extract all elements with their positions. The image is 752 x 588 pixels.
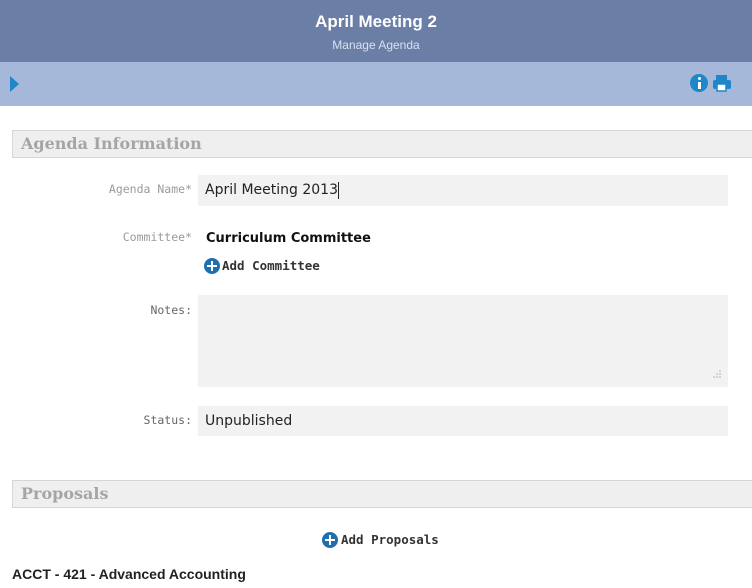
committee-label: Committee* [122,230,192,244]
notes-textarea[interactable] [198,295,728,387]
status-label: Status: [143,413,192,427]
agenda-name-field[interactable]: April Meeting 2013 [198,175,728,206]
page-header: April Meeting 2 Manage Agenda [0,0,752,62]
agenda-name-value: April Meeting 2013 [205,182,338,198]
notes-label: Notes: [150,303,192,317]
toolbar [0,62,752,106]
section-title: Proposals [21,484,109,503]
proposals-section-header: Proposals [12,480,752,508]
page-title: April Meeting 2 [315,12,437,31]
agenda-information-section-header: Agenda Information [12,130,752,158]
agenda-name-label: Agenda Name* [108,182,192,196]
section-title: Agenda Information [21,134,202,153]
status-value: Unpublished [205,413,293,429]
add-committee-plus-icon[interactable] [204,258,220,274]
status-field: Unpublished [198,406,728,436]
proposal-item[interactable]: ACCT - 421 - Advanced Accounting [12,566,246,582]
info-icon[interactable] [690,74,708,92]
add-proposals-plus-icon[interactable] [322,532,338,548]
page-subtitle: Manage Agenda [332,38,420,52]
print-icon[interactable] [712,74,732,92]
add-proposals-link[interactable]: Add Proposals [341,532,439,547]
committee-value: Curriculum Committee [206,231,371,246]
text-cursor [338,182,339,199]
play-icon[interactable] [10,76,19,92]
add-committee-link[interactable]: Add Committee [222,258,320,273]
resize-handle-icon[interactable] [710,369,722,381]
